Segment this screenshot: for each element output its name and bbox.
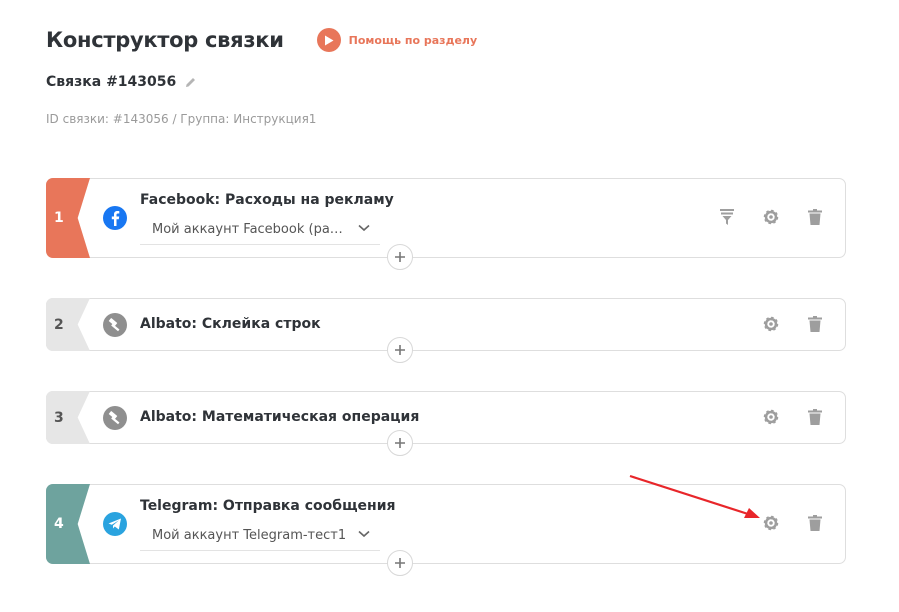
hammer-icon [103, 406, 127, 430]
step-actions [737, 407, 825, 427]
account-value: Мой аккаунт Facebook (расходы) [152, 222, 347, 237]
step-number: 3 [46, 391, 90, 444]
help-button[interactable]: Помощь по разделу [316, 28, 478, 52]
bundle-name: Связка #143056 [46, 74, 177, 90]
add-step-button[interactable] [387, 550, 413, 576]
add-step-button[interactable] [387, 337, 413, 363]
gear-icon[interactable] [761, 207, 781, 227]
step-actions [693, 207, 825, 227]
step-actions [737, 314, 825, 334]
telegram-icon [103, 512, 127, 536]
step-card-2: 2 Albato: Склейка строк [46, 298, 846, 351]
page-title: Конструктор связки [46, 28, 284, 52]
trash-icon[interactable] [805, 314, 825, 334]
bundle-title: Связка #143056 [46, 74, 197, 90]
add-step-button[interactable] [387, 430, 413, 456]
step-card-1: 1 Facebook: Расходы на рекламу Мой аккау… [46, 178, 846, 258]
step-number: 2 [46, 298, 90, 351]
help-label: Помощь по разделу [348, 33, 478, 47]
add-step-button[interactable] [387, 244, 413, 270]
step-number: 4 [46, 484, 90, 564]
step-number: 1 [46, 178, 90, 258]
account-select[interactable]: Мой аккаунт Facebook (расходы) [140, 215, 380, 245]
trash-icon[interactable] [805, 407, 825, 427]
bundle-meta: ID связки: #143056 / Группа: Инструкция1 [46, 112, 317, 126]
step-card-3: 3 Albato: Математическая операция [46, 391, 846, 444]
step-title: Albato: Математическая операция [140, 409, 420, 425]
step-title: Facebook: Расходы на рекламу [140, 192, 394, 208]
hammer-icon [103, 313, 127, 337]
gear-icon[interactable] [761, 407, 781, 427]
play-icon [316, 28, 341, 52]
facebook-icon [103, 206, 127, 230]
chevron-down-icon [358, 530, 370, 538]
trash-icon[interactable] [805, 207, 825, 227]
account-select[interactable]: Мой аккаунт Telegram-тест1 [140, 521, 380, 551]
step-card-4: 4 Telegram: Отправка сообщения Мой аккау… [46, 484, 846, 564]
chevron-down-icon [358, 224, 370, 232]
gear-icon[interactable] [761, 314, 781, 334]
pencil-icon[interactable] [184, 76, 197, 89]
filter-icon[interactable] [717, 207, 737, 227]
gear-icon[interactable] [761, 513, 781, 533]
account-value: Мой аккаунт Telegram-тест1 [152, 528, 347, 543]
trash-icon[interactable] [805, 513, 825, 533]
step-title: Albato: Склейка строк [140, 316, 321, 332]
page-header: Конструктор связки Помощь по разделу [46, 28, 477, 52]
step-actions [737, 513, 825, 533]
step-title: Telegram: Отправка сообщения [140, 498, 396, 514]
